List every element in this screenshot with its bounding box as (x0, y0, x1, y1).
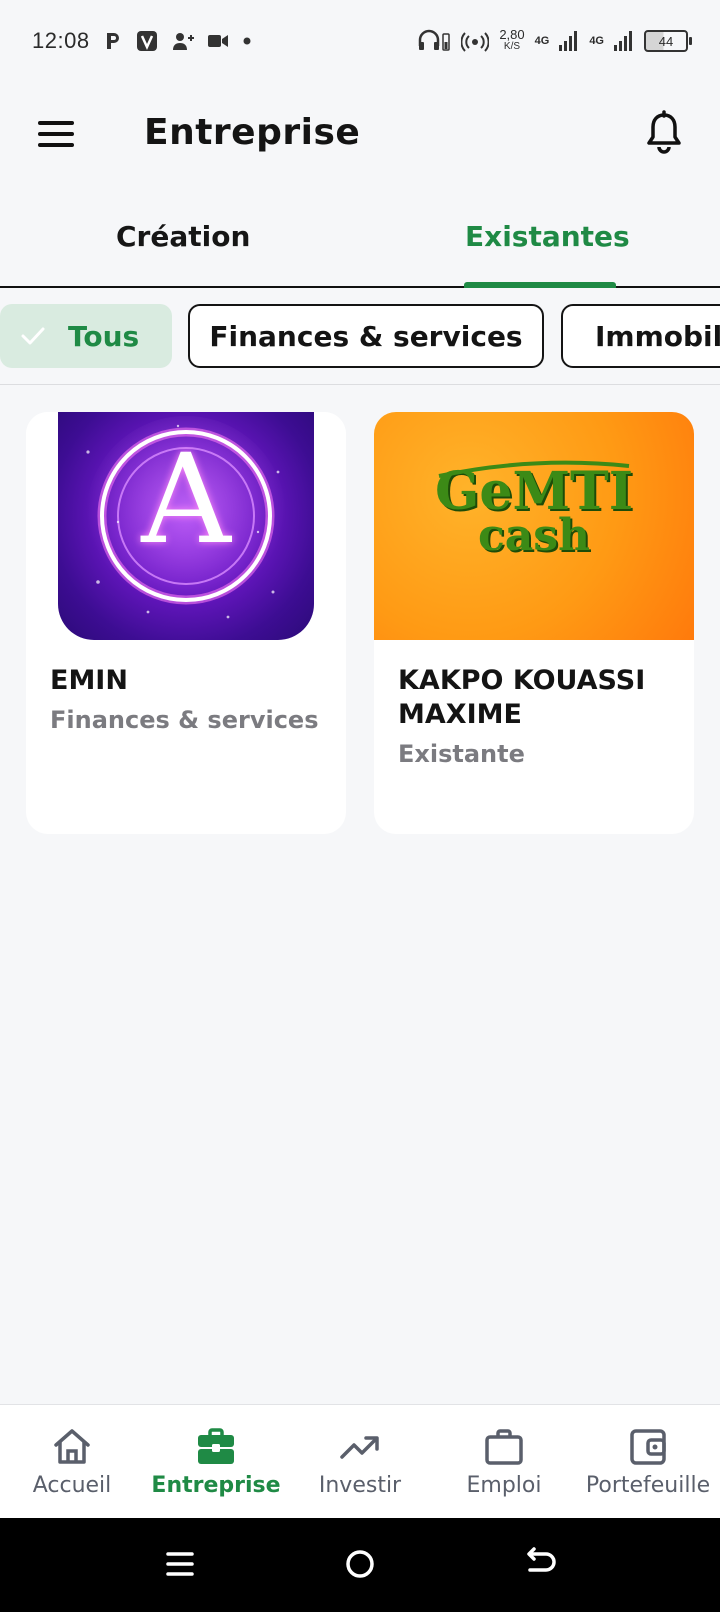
network-speed: 2,80 K/S (499, 27, 525, 53)
wallet-icon (630, 1429, 666, 1465)
network-label-1: 4G (534, 35, 550, 47)
nav-label: Emploi (466, 1473, 542, 1498)
signal-icon (614, 29, 634, 54)
video-icon (207, 34, 228, 48)
page-title: Entreprise (144, 112, 361, 153)
company-name: KAKPO KOUASSI MAXIME (398, 665, 646, 730)
filter-chip-tous[interactable]: Tous (0, 304, 172, 368)
company-card-emin[interactable]: A EMIN Finances & services (26, 412, 346, 834)
company-category: Existante (398, 740, 525, 768)
battery-level: 44 (658, 33, 674, 49)
gemti-cash-logo: GeMTI cash (374, 412, 694, 640)
hotspot-icon (460, 28, 490, 55)
status-left: 12:08 (32, 28, 252, 54)
headset-icon (417, 28, 451, 55)
tab-existantes[interactable]: Existantes (465, 220, 630, 253)
nav-label: Accueil (32, 1473, 112, 1498)
company-logo-area: A (26, 412, 346, 640)
company-logo-area: GeMTI cash (374, 412, 694, 640)
app-header: Entreprise (0, 90, 720, 182)
company-category: Finances & services (50, 706, 319, 734)
system-navigation-bar (0, 1518, 720, 1612)
briefcase-icon (198, 1428, 234, 1464)
battery-icon: 44 (644, 30, 692, 52)
back-icon[interactable] (516, 1540, 564, 1588)
home-button-icon[interactable] (336, 1540, 384, 1588)
parking-icon (104, 31, 122, 51)
add-contact-icon (172, 31, 194, 51)
filter-chip-label: Tous (68, 319, 140, 353)
check-icon (20, 320, 46, 353)
filter-chip-label: Finances & services (209, 319, 523, 353)
status-time: 12:08 (32, 28, 90, 53)
tab-bar: Création Existantes (0, 200, 720, 288)
trending-up-icon (340, 1436, 379, 1459)
nav-label: Investir (318, 1473, 402, 1498)
filter-chip-immobilier[interactable]: Immobili (561, 304, 720, 368)
network-label-2: 4G (589, 35, 604, 47)
status-bar: 12:08 2,80 K/S 4G 4G 44 (0, 0, 720, 82)
home-icon (54, 1429, 90, 1464)
gemti-logo-text: cash (477, 510, 591, 561)
status-right: 2,80 K/S 4G 4G 44 (417, 27, 692, 55)
active-tab-indicator (464, 282, 616, 288)
company-card-kakpo[interactable]: GeMTI cash KAKPO KOUASSI MAXIME Existant… (374, 412, 694, 834)
filter-chips: Tous Finances & services Immobili (0, 304, 720, 370)
filter-chip-label: Immobili (595, 319, 720, 353)
v-app-icon (136, 30, 158, 52)
speed-value: 2,80 (499, 27, 525, 42)
divider (0, 384, 720, 385)
filter-chip-finances[interactable]: Finances & services (188, 304, 544, 368)
dot-icon (242, 36, 252, 46)
speed-unit: K/S (503, 41, 521, 52)
nav-item-accueil[interactable]: Accueil (0, 1405, 144, 1519)
nav-item-portefeuille[interactable]: Portefeuille (576, 1405, 720, 1519)
nav-item-investir[interactable]: Investir (288, 1405, 432, 1519)
bell-icon[interactable] (644, 110, 684, 156)
bottom-navigation: Accueil Entreprise Investir Emploi Porte… (0, 1404, 720, 1518)
nav-label: Entreprise (151, 1473, 281, 1498)
bag-icon (485, 1429, 523, 1465)
signal-icon (559, 29, 579, 54)
tab-creation[interactable]: Création (116, 220, 250, 253)
nav-label: Portefeuille (585, 1473, 711, 1498)
recent-apps-icon[interactable] (156, 1540, 204, 1588)
emin-logo: A (58, 412, 314, 640)
emin-logo-letter: A (141, 428, 231, 572)
nav-item-emploi[interactable]: Emploi (432, 1405, 576, 1519)
hamburger-menu-icon[interactable] (38, 121, 74, 149)
nav-item-entreprise[interactable]: Entreprise (144, 1405, 288, 1519)
company-name: EMIN (50, 665, 128, 696)
